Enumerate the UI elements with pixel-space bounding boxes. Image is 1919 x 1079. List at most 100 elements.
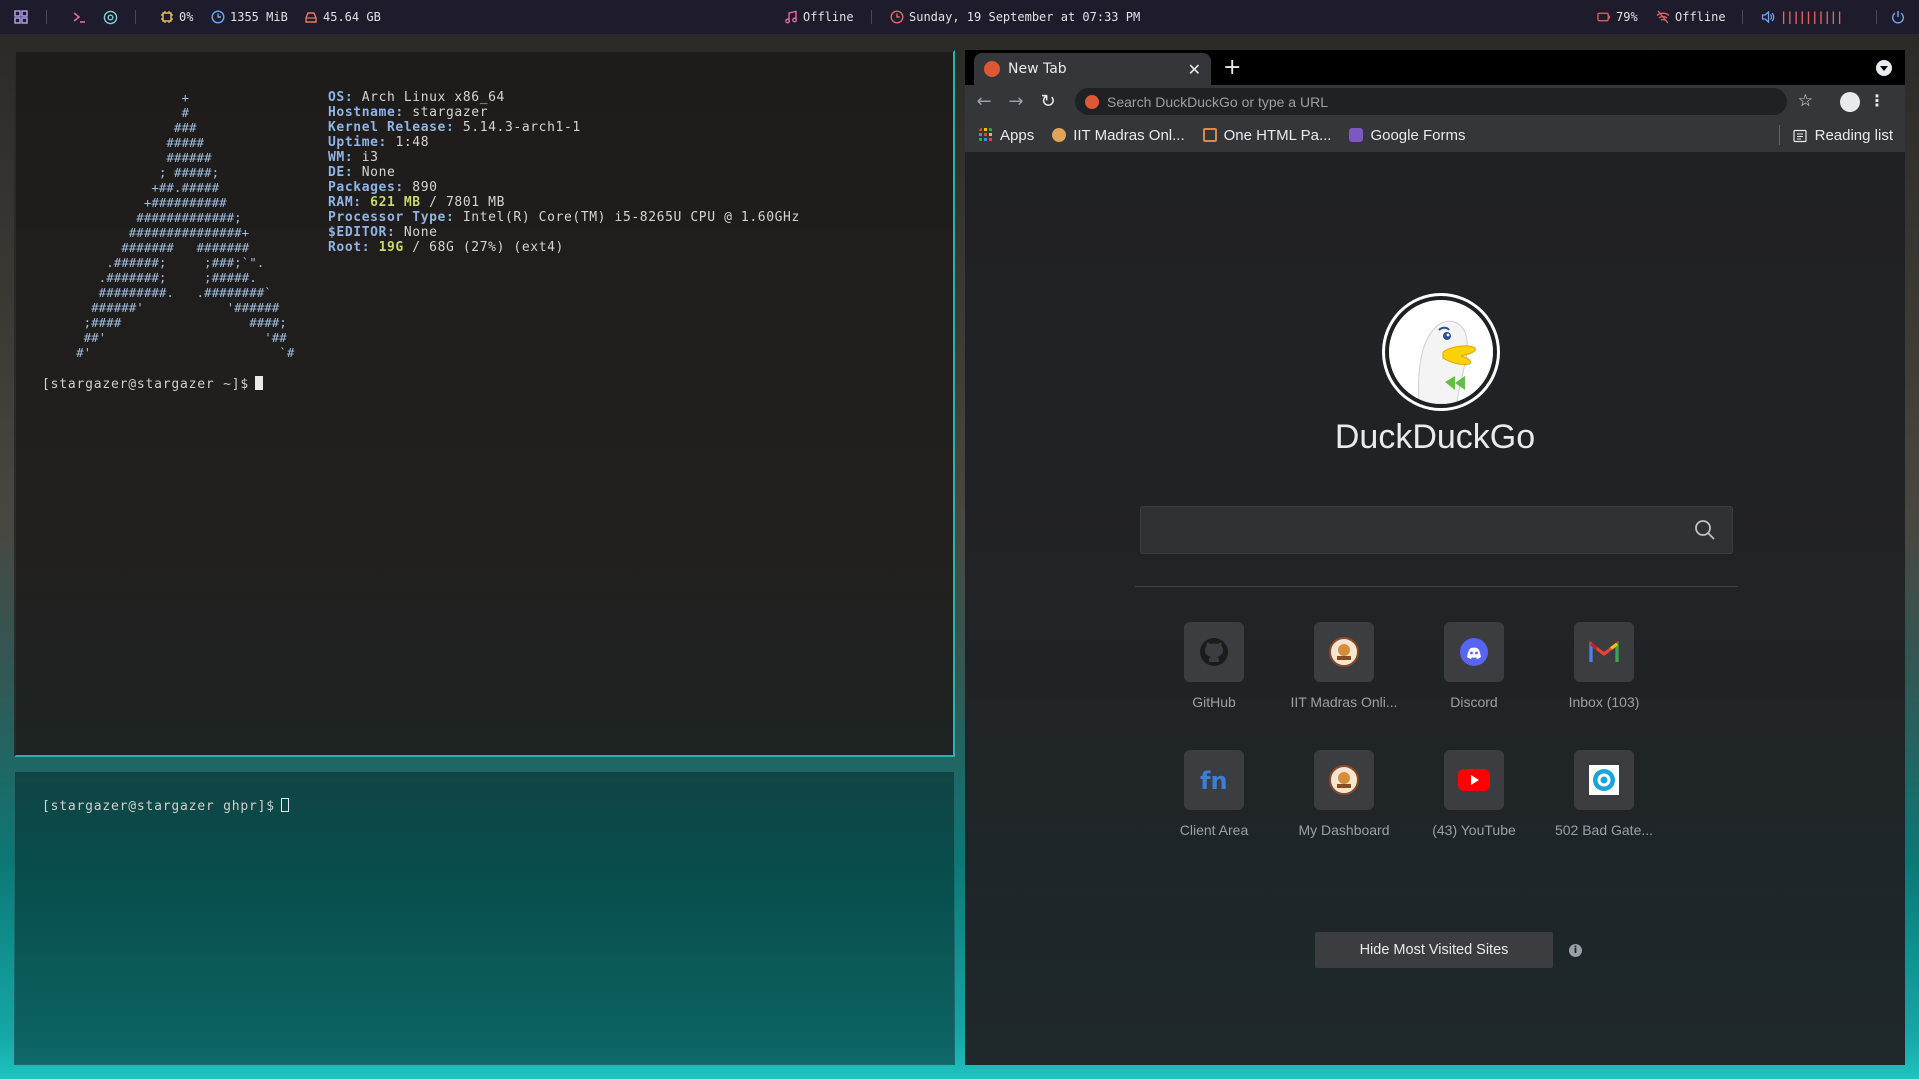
terminal-window-bottom[interactable]: [stargazer@stargazer ghpr]$ — [14, 771, 955, 1065]
tab-new-tab[interactable]: New Tab ✕ — [974, 53, 1211, 85]
tile-client-area[interactable]: fn Client Area — [1149, 750, 1279, 838]
menu-kebab-icon[interactable]: ⋮ — [1869, 91, 1885, 110]
divider — [1135, 586, 1738, 587]
disk-indicator: 45.64 GB — [304, 10, 381, 24]
tile-gmail-inbox[interactable]: Inbox (103) — [1539, 622, 1669, 710]
info-root: Root: 19G / 68G (27%) (ext4) — [328, 240, 564, 255]
iitm-logo-icon — [1052, 128, 1067, 142]
tile-youtube[interactable]: (43) YouTube — [1409, 750, 1539, 838]
target-icon — [1574, 750, 1634, 810]
memory-usage: 1355 MiB — [230, 10, 288, 24]
tab-title: New Tab — [1008, 61, 1067, 77]
info-de: DE: None — [328, 165, 396, 180]
browser-toolbar: ← → ↻ Search DuckDuckGo or type a URL ☆ … — [965, 85, 1905, 118]
duckduckgo-logo-icon — [1385, 296, 1497, 408]
discord-icon — [1444, 622, 1504, 682]
profile-avatar-icon[interactable] — [1840, 92, 1860, 112]
battery-icon — [1597, 10, 1611, 24]
clock-icon — [890, 10, 904, 24]
reload-icon[interactable]: ↻ — [1035, 89, 1061, 115]
browser-window: New Tab ✕ + ← → ↻ Search DuckDuckGo or t… — [965, 50, 1905, 1065]
clock[interactable]: Sunday, 19 September at 07:33 PM — [890, 10, 1140, 24]
info-uptime: Uptime: 1:48 — [328, 135, 430, 150]
speaker-icon — [1761, 10, 1775, 24]
address-placeholder: Search DuckDuckGo or type a URL — [1107, 93, 1328, 110]
ntp-search-input[interactable] — [1140, 506, 1733, 554]
info-ram: RAM: 621 MB / 7801 MB — [328, 195, 505, 210]
wifi-off-icon — [1656, 10, 1670, 24]
info-os: OS: Arch Linux x86_64 — [328, 90, 505, 105]
divider — [1876, 10, 1877, 24]
info-hostname: Hostname: stargazer — [328, 105, 489, 120]
tile-discord[interactable]: Discord — [1409, 622, 1539, 710]
network-status: Offline — [1675, 10, 1726, 24]
back-arrow-icon[interactable]: ← — [971, 89, 997, 115]
power-icon[interactable] — [1891, 10, 1905, 24]
gmail-icon — [1574, 622, 1634, 682]
info-packages: Packages: 890 — [328, 180, 438, 195]
reading-list-icon — [1793, 129, 1807, 142]
bookmark-one-html-page[interactable]: One HTML Pa... — [1202, 127, 1331, 144]
cpu-usage: 0% — [179, 10, 194, 24]
shell-prompt-top[interactable]: [stargazer@stargazer ~]$ — [42, 376, 264, 392]
terminal-window-top[interactable]: + # ### ##### ###### ; #####; +##.##### … — [14, 50, 955, 757]
battery-level: 79% — [1616, 10, 1638, 24]
html-page-icon — [1202, 128, 1217, 142]
duckduckgo-favicon-icon — [1085, 94, 1099, 109]
github-icon — [1184, 622, 1244, 682]
bookmark-iit-madras[interactable]: IIT Madras Onl... — [1052, 127, 1185, 144]
disk-free: 45.64 GB — [323, 10, 381, 24]
volume-indicator[interactable]: |||||||||| — [1761, 10, 1843, 24]
volume-level-bars: |||||||||| — [1780, 10, 1843, 24]
tile-iit-madras[interactable]: IIT Madras Onli... — [1279, 622, 1409, 710]
google-forms-icon — [1349, 128, 1364, 142]
network-indicator[interactable]: Offline — [1656, 10, 1726, 24]
search-icon[interactable] — [1694, 519, 1716, 541]
battery-indicator: 79% — [1597, 10, 1638, 24]
new-tab-plus-icon[interactable]: + — [1223, 57, 1241, 79]
browser-icon[interactable] — [103, 10, 118, 25]
address-bar[interactable]: Search DuckDuckGo or type a URL — [1075, 88, 1787, 115]
forward-arrow-icon[interactable]: → — [1003, 89, 1029, 115]
date-time: Sunday, 19 September at 07:33 PM — [909, 10, 1141, 24]
hide-most-visited-button[interactable]: Hide Most Visited Sites — [1315, 932, 1553, 968]
disk-icon — [304, 10, 318, 24]
terminal-icon[interactable] — [72, 10, 86, 24]
arch-logo-ascii: + # ### ##### ###### ; #####; +##.##### … — [76, 90, 295, 360]
bookmark-star-icon[interactable]: ☆ — [1798, 91, 1813, 111]
tile-my-dashboard[interactable]: My Dashboard — [1279, 750, 1409, 838]
info-processor: Processor Type: Intel(R) Core(TM) i5-826… — [328, 210, 800, 225]
bookmark-google-forms[interactable]: Google Forms — [1349, 127, 1466, 144]
divider — [1742, 10, 1743, 24]
iitm-logo-icon — [1314, 750, 1374, 810]
close-tab-icon[interactable]: ✕ — [1188, 60, 1201, 79]
tile-502-bad-gateway[interactable]: 502 Bad Gate... — [1539, 750, 1669, 838]
tab-strip: New Tab ✕ + — [965, 50, 1905, 85]
system-info: OS: Arch Linux x86_64 Hostname: stargaze… — [328, 90, 800, 255]
iitm-logo-icon — [1314, 622, 1374, 682]
tab-search-dropdown-icon[interactable] — [1876, 60, 1892, 76]
duckduckgo-favicon-icon — [984, 61, 1000, 77]
info-wm: WM: i3 — [328, 150, 379, 165]
reading-list-button[interactable]: Reading list — [1778, 125, 1893, 145]
bookmarks-bar: Apps IIT Madras Onl... One HTML Pa... Go… — [965, 118, 1905, 152]
tile-github[interactable]: GitHub — [1149, 622, 1279, 710]
cpu-indicator: 0% — [160, 10, 193, 24]
shell-prompt-bottom[interactable]: [stargazer@stargazer ghpr]$ — [42, 798, 289, 814]
fn-icon: fn — [1184, 750, 1244, 810]
bookmark-apps[interactable]: Apps — [979, 127, 1034, 144]
divider — [135, 10, 136, 24]
most-visited-tiles: GitHub IIT Madras Onli... Discord Inbox … — [1149, 622, 1729, 838]
status-bar: 0% 1355 MiB 45.64 GB Offline Sunday, 19 … — [0, 0, 1919, 34]
info-icon[interactable]: i — [1569, 944, 1582, 957]
memory-indicator: 1355 MiB — [211, 10, 288, 24]
memory-clock-icon — [211, 10, 225, 24]
workspace-grid-icon[interactable] — [14, 10, 28, 24]
text-cursor — [255, 376, 264, 390]
music-indicator[interactable]: Offline — [784, 10, 854, 24]
info-editor: $EDITOR: None — [328, 225, 438, 240]
svg-text:fn: fn — [1200, 767, 1228, 795]
new-tab-page: DuckDuckGo GitHub IIT Madras Onli... Dis… — [965, 152, 1905, 1065]
info-kernel: Kernel Release: 5.14.3-arch1-1 — [328, 120, 581, 135]
cpu-icon — [160, 10, 174, 24]
